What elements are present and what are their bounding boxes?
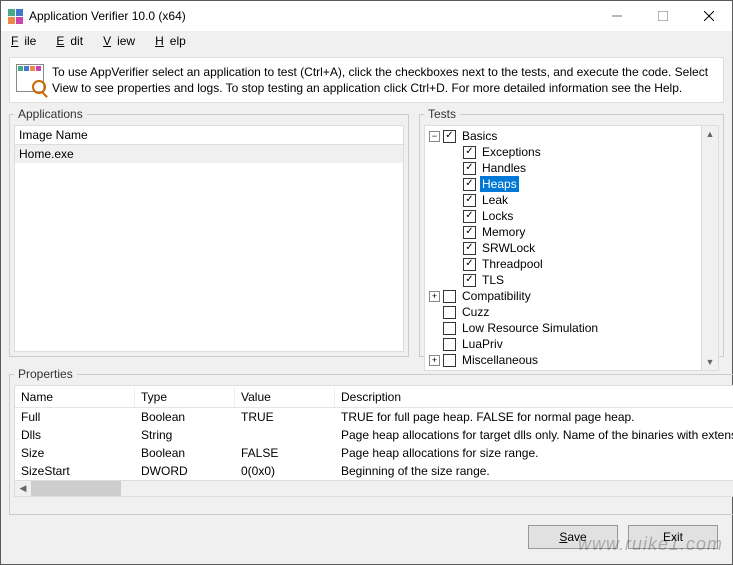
checkbox[interactable] bbox=[463, 274, 476, 287]
button-row: Save Exit bbox=[1, 515, 732, 555]
tree-node[interactable]: Exceptions bbox=[425, 144, 701, 160]
property-row[interactable]: DllsStringPage heap allocations for targ… bbox=[15, 426, 733, 444]
property-row[interactable]: SizeStartDWORD0(0x0)Beginning of the siz… bbox=[15, 462, 733, 480]
scroll-thumb[interactable] bbox=[31, 481, 121, 497]
maximize-button[interactable] bbox=[640, 1, 686, 31]
tree-node[interactable]: Threadpool bbox=[425, 256, 701, 272]
applications-header[interactable]: Image Name bbox=[14, 125, 404, 145]
scroll-up-icon[interactable]: ▲ bbox=[702, 126, 718, 142]
app-icon bbox=[7, 8, 23, 24]
info-message: To use AppVerifier select an application… bbox=[52, 64, 717, 96]
tree-node[interactable]: Leak bbox=[425, 192, 701, 208]
save-button[interactable]: Save bbox=[528, 525, 618, 549]
menu-file[interactable]: File bbox=[5, 32, 48, 50]
tests-tree[interactable]: − Basics Exceptions Handles Heaps Leak L… bbox=[425, 126, 701, 370]
checkbox[interactable] bbox=[463, 258, 476, 271]
info-icon bbox=[16, 64, 44, 92]
properties-hscroll[interactable]: ◀ ▶ bbox=[15, 480, 733, 496]
tree-node[interactable]: Handles bbox=[425, 160, 701, 176]
tests-legend: Tests bbox=[424, 107, 460, 121]
close-button[interactable] bbox=[686, 1, 732, 31]
scroll-left-icon[interactable]: ◀ bbox=[15, 481, 31, 497]
tests-group: Tests − Basics Exceptions Handles Heaps … bbox=[419, 107, 724, 357]
property-row[interactable]: SizeBooleanFALSEPage heap allocations fo… bbox=[15, 444, 733, 462]
tree-node-cuzz[interactable]: Cuzz bbox=[425, 304, 701, 320]
tree-node-compatibility[interactable]: +Compatibility bbox=[425, 288, 701, 304]
checkbox[interactable] bbox=[443, 130, 456, 143]
checkbox[interactable] bbox=[463, 178, 476, 191]
tree-node[interactable]: SRWLock bbox=[425, 240, 701, 256]
minimize-button[interactable] bbox=[594, 1, 640, 31]
checkbox[interactable] bbox=[443, 338, 456, 351]
applications-legend: Applications bbox=[14, 107, 87, 121]
app-window: Application Verifier 10.0 (x64) File Edi… bbox=[0, 0, 733, 565]
checkbox[interactable] bbox=[463, 194, 476, 207]
menu-edit[interactable]: Edit bbox=[50, 32, 95, 50]
applications-group: Applications Image Name Home.exe bbox=[9, 107, 409, 357]
checkbox[interactable] bbox=[463, 146, 476, 159]
checkbox[interactable] bbox=[463, 226, 476, 239]
expand-icon[interactable]: + bbox=[429, 291, 440, 302]
properties-group: Properties Name Type Value Description F… bbox=[9, 367, 733, 515]
window-title: Application Verifier 10.0 (x64) bbox=[29, 9, 594, 23]
tree-node-basics[interactable]: − Basics bbox=[425, 128, 701, 144]
applications-list[interactable]: Home.exe bbox=[14, 145, 404, 352]
title-bar[interactable]: Application Verifier 10.0 (x64) bbox=[1, 1, 732, 31]
tree-node[interactable]: Locks bbox=[425, 208, 701, 224]
info-bar: To use AppVerifier select an application… bbox=[9, 57, 724, 103]
expand-icon[interactable]: + bbox=[429, 355, 440, 366]
checkbox[interactable] bbox=[463, 210, 476, 223]
checkbox[interactable] bbox=[463, 162, 476, 175]
tree-node-misc[interactable]: +Miscellaneous bbox=[425, 352, 701, 368]
checkbox[interactable] bbox=[463, 242, 476, 255]
property-row[interactable]: FullBooleanTRUETRUE for full page heap. … bbox=[15, 408, 733, 426]
tree-node[interactable]: Memory bbox=[425, 224, 701, 240]
tree-node-heaps[interactable]: Heaps bbox=[425, 176, 701, 192]
checkbox[interactable] bbox=[443, 306, 456, 319]
properties-table: Name Type Value Description FullBooleanT… bbox=[14, 385, 733, 497]
checkbox[interactable] bbox=[443, 322, 456, 335]
collapse-icon[interactable]: − bbox=[429, 131, 440, 142]
application-row[interactable]: Home.exe bbox=[15, 145, 403, 163]
tree-node-luapriv[interactable]: LuaPriv bbox=[425, 336, 701, 352]
properties-legend: Properties bbox=[14, 367, 77, 381]
properties-header[interactable]: Name Type Value Description bbox=[15, 386, 733, 408]
tree-node[interactable]: TLS bbox=[425, 272, 701, 288]
tree-node-lowres[interactable]: Low Resource Simulation bbox=[425, 320, 701, 336]
tests-scrollbar[interactable]: ▲ ▼ bbox=[701, 126, 718, 370]
checkbox[interactable] bbox=[443, 354, 456, 367]
menu-bar: File Edit View Help bbox=[1, 31, 732, 51]
checkbox[interactable] bbox=[443, 290, 456, 303]
menu-help[interactable]: Help bbox=[149, 32, 198, 50]
menu-view[interactable]: View bbox=[97, 32, 147, 50]
exit-button[interactable]: Exit bbox=[628, 525, 718, 549]
